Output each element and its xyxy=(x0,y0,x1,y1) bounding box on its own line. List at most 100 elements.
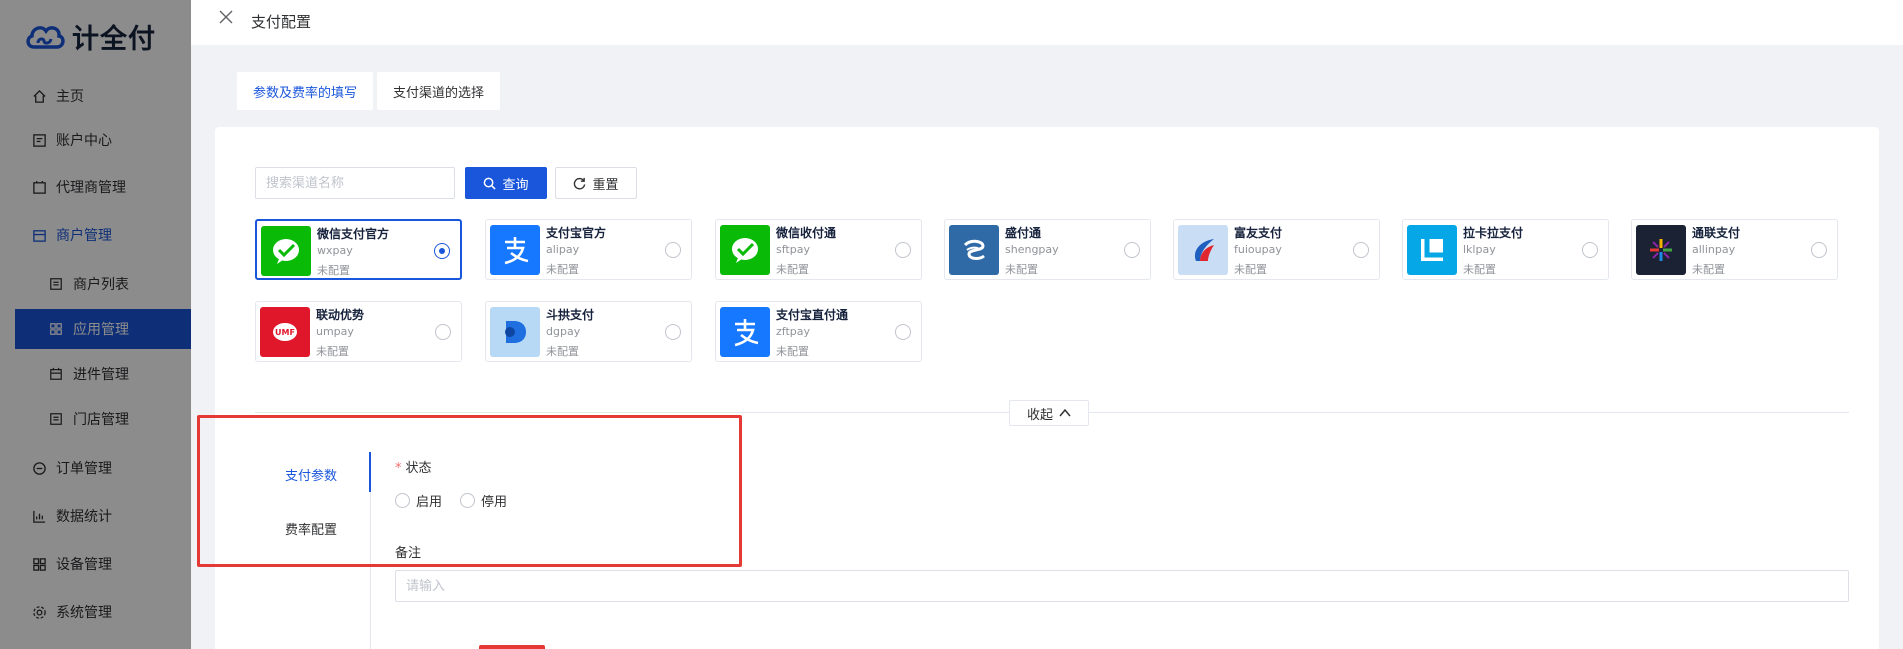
nav-label: 系统管理 xyxy=(56,605,112,621)
account-icon xyxy=(30,131,48,149)
nav-label: 主页 xyxy=(56,89,84,105)
tab-channel-select[interactable]: 支付渠道的选择 xyxy=(377,72,501,110)
collapse-button[interactable]: 收起 xyxy=(1009,400,1089,426)
nav-label: 数据统计 xyxy=(56,509,112,525)
channel-name: 微信支付官方 xyxy=(317,227,390,241)
channel-card-dgpay[interactable]: 斗拱支付 dgpay 未配置 xyxy=(485,301,692,362)
channel-radio[interactable] xyxy=(1811,242,1827,258)
channel-radio[interactable] xyxy=(1582,242,1598,258)
nav-item-system[interactable]: 系统管理 xyxy=(0,592,191,632)
channel-card-sftpay[interactable]: 微信收付通 sftpay 未配置 xyxy=(715,219,922,280)
channel-radio[interactable] xyxy=(1124,242,1140,258)
channel-card-fuioupay[interactable]: 富友支付 fuioupay 未配置 xyxy=(1173,219,1380,280)
logo: 计全付 xyxy=(24,16,156,56)
channel-name: 微信收付通 xyxy=(776,226,837,240)
home-icon xyxy=(30,87,48,105)
channel-card-zftpay[interactable]: 支付宝直付通 zftpay 未配置 xyxy=(715,301,922,362)
channel-status: 未配置 xyxy=(1463,263,1496,276)
nav-label: 代理商管理 xyxy=(56,180,126,196)
nav-item-home[interactable]: 主页 xyxy=(0,76,191,116)
channel-radio[interactable] xyxy=(434,243,450,259)
channel-name: 支付宝直付通 xyxy=(776,308,849,322)
channel-code: alipay xyxy=(546,243,580,256)
nav-item-merchant-list[interactable]: 商户列表 xyxy=(0,264,191,304)
query-label: 查询 xyxy=(502,176,529,192)
channel-radio[interactable] xyxy=(895,242,911,258)
tab-params-fees[interactable]: 参数及费率的填写 xyxy=(237,72,374,110)
cloud-logo-icon xyxy=(26,26,65,49)
channel-card-wxpay[interactable]: 微信支付官方 wxpay 未配置 xyxy=(255,219,462,280)
search-icon xyxy=(484,177,497,190)
channel-name: 富友支付 xyxy=(1234,226,1283,240)
store-icon xyxy=(47,410,65,428)
svg-text:UMF: UMF xyxy=(275,328,295,337)
chevron-up-icon xyxy=(1059,408,1071,417)
merchant-icon xyxy=(30,226,48,244)
channel-name: 联动优势 xyxy=(316,308,365,322)
nav-item-order[interactable]: 订单管理 xyxy=(0,448,191,488)
nav-label: 账户中心 xyxy=(56,133,112,149)
channel-code: lklpay xyxy=(1463,243,1496,256)
side-tab-fee-config[interactable]: 费率配置 xyxy=(285,519,337,538)
status-enable-radio[interactable]: 启用 xyxy=(395,491,442,510)
side-tab-active-indicator xyxy=(369,452,371,492)
logo-text: 计全付 xyxy=(72,23,156,55)
nav-item-device[interactable]: 设备管理 xyxy=(0,544,191,584)
nav-item-onboarding[interactable]: 进件管理 xyxy=(0,354,191,394)
channel-code: fuioupay xyxy=(1234,243,1282,256)
shengpay-logo-icon xyxy=(949,225,999,275)
radio-circle[interactable] xyxy=(395,493,410,508)
channel-status: 未配置 xyxy=(546,263,579,276)
channel-name: 拉卡拉支付 xyxy=(1463,226,1524,240)
collapse-label: 收起 xyxy=(1026,407,1053,423)
fuiou-logo-icon xyxy=(1178,225,1228,275)
nav-label: 应用管理 xyxy=(73,322,129,338)
status-disable-radio[interactable]: 停用 xyxy=(460,491,507,510)
wechat-pay-logo-icon xyxy=(720,225,770,275)
channel-name: 通联支付 xyxy=(1692,226,1741,240)
nav-item-statistics[interactable]: 数据统计 xyxy=(0,496,191,536)
close-icon[interactable] xyxy=(219,10,237,28)
side-tab-pay-params[interactable]: 支付参数 xyxy=(285,465,337,484)
channel-radio[interactable] xyxy=(1353,242,1369,258)
config-card: 查询 重置 微信支付官方 wxpay 未配置 支付宝官方 alipay 未配置 xyxy=(215,127,1879,649)
nav-item-account[interactable]: 账户中心 xyxy=(0,120,191,160)
reset-button[interactable]: 重置 xyxy=(555,167,637,199)
channel-card-umpay[interactable]: UMF 联动优势 umpay 未配置 xyxy=(255,301,462,362)
wechat-pay-logo-icon xyxy=(261,226,311,276)
remark-input[interactable] xyxy=(395,570,1849,602)
channel-name: 支付宝官方 xyxy=(546,226,607,240)
channel-status: 未配置 xyxy=(776,345,809,358)
reset-label: 重置 xyxy=(592,176,619,192)
nav-label: 进件管理 xyxy=(73,367,129,383)
drawer-header: 支付配置 xyxy=(191,0,1903,45)
channel-radio[interactable] xyxy=(435,324,451,340)
channel-card-allinpay[interactable]: 通联支付 allinpay 未配置 xyxy=(1631,219,1838,280)
channel-radio[interactable] xyxy=(665,324,681,340)
sidebar: 计全付 主页 账户中心 代理商管理 商户管理 商户列表 应用管理 进件管理 门店… xyxy=(0,0,191,649)
radio-circle[interactable] xyxy=(460,493,475,508)
nav-label: 门店管理 xyxy=(73,412,129,428)
gear-icon xyxy=(30,603,48,621)
channel-card-alipay[interactable]: 支付宝官方 alipay 未配置 xyxy=(485,219,692,280)
channel-radio[interactable] xyxy=(895,324,911,340)
grid-icon xyxy=(47,320,65,338)
channel-status: 未配置 xyxy=(316,345,349,358)
nav-item-agent[interactable]: 代理商管理 xyxy=(0,167,191,207)
list-icon xyxy=(47,275,65,293)
drawer-title: 支付配置 xyxy=(251,13,312,31)
required-mark: * xyxy=(395,461,402,476)
channel-search-input[interactable] xyxy=(255,167,455,199)
query-button[interactable]: 查询 xyxy=(465,167,547,199)
action-button-edge[interactable] xyxy=(479,645,545,649)
nav-item-store[interactable]: 门店管理 xyxy=(0,399,191,439)
channel-card-lklpay[interactable]: 拉卡拉支付 lklpay 未配置 xyxy=(1402,219,1609,280)
channel-card-shengpay[interactable]: 盛付通 shengpay 未配置 xyxy=(944,219,1151,280)
channel-status: 未配置 xyxy=(546,345,579,358)
nav-item-merchant[interactable]: 商户管理 xyxy=(0,215,191,255)
channel-radio[interactable] xyxy=(665,242,681,258)
channel-code: allinpay xyxy=(1692,243,1736,256)
nav-item-app-management[interactable]: 应用管理 xyxy=(15,309,191,349)
drawer-tabs: 参数及费率的填写 支付渠道的选择 xyxy=(237,72,501,110)
umpay-logo-icon: UMF xyxy=(260,307,310,357)
